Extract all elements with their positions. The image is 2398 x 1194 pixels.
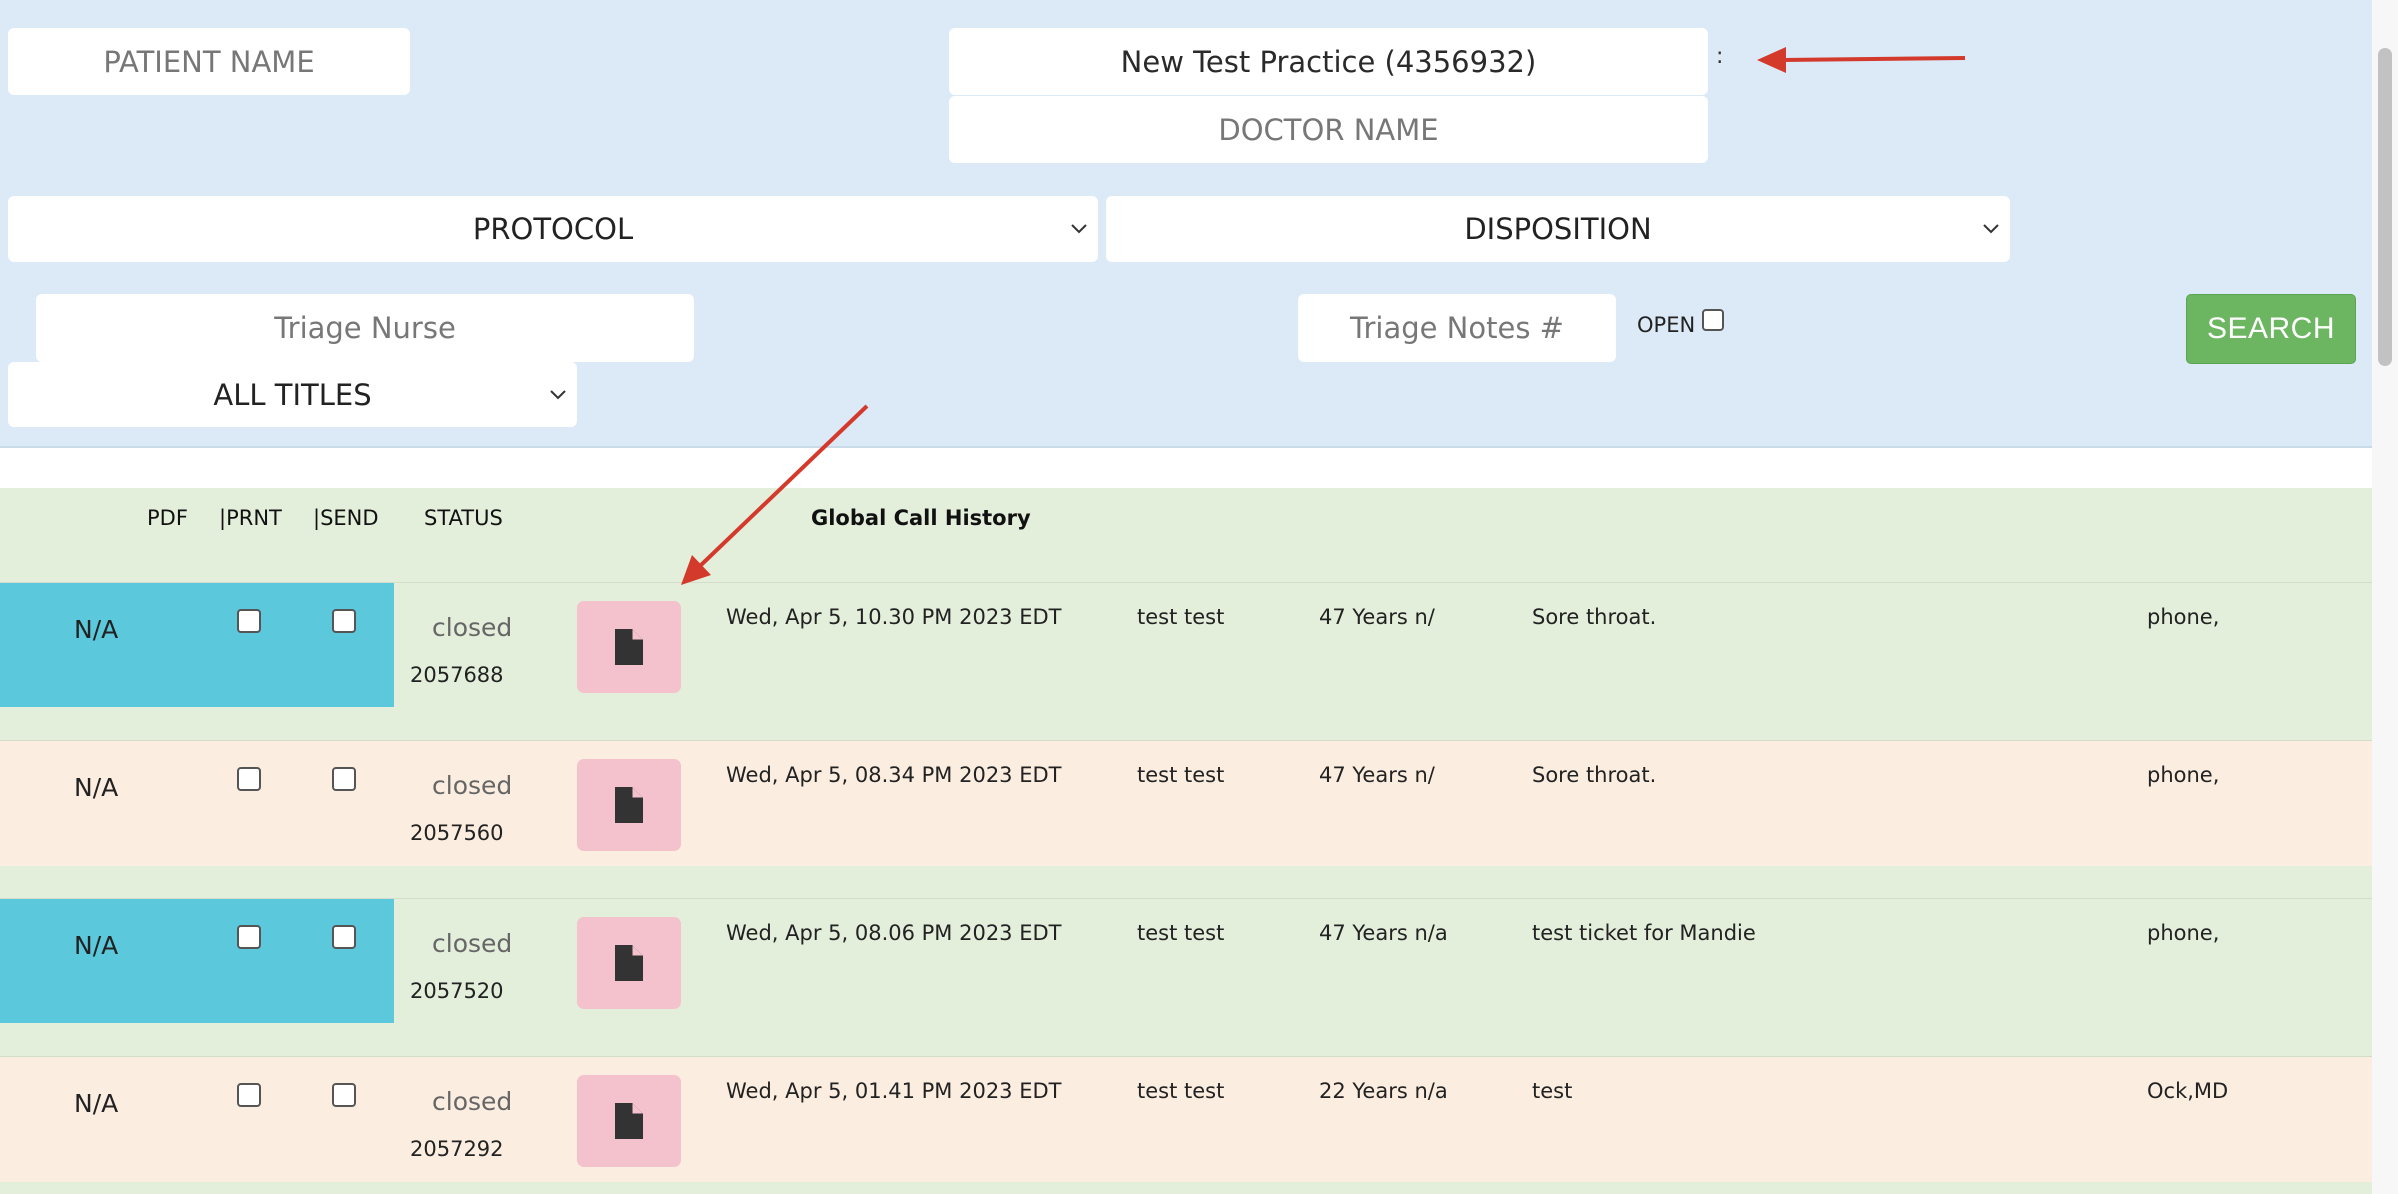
patient-age: 47 Years n/ [1319, 763, 1435, 787]
send-checkbox[interactable] [332, 767, 356, 791]
table-row[interactable]: N/A closed 2057560 Wed, Apr 5, 08.34 PM … [0, 740, 2372, 866]
call-reason: Sore throat. [1532, 605, 1657, 629]
table-row[interactable]: N/A closed 2057292 Wed, Apr 5, 01.41 PM … [0, 1056, 2372, 1182]
practice-value: New Test Practice (4356932) [1120, 44, 1537, 79]
na-cell: N/A [74, 931, 119, 960]
table-title: Global Call History [811, 506, 1031, 530]
na-cell: N/A [74, 615, 119, 644]
send-checkbox[interactable] [332, 609, 356, 633]
na-cell: N/A [74, 1089, 119, 1118]
print-checkbox[interactable] [237, 1083, 261, 1107]
status-text: closed [432, 771, 513, 800]
call-id: 2057520 [410, 979, 504, 1003]
document-icon [615, 629, 643, 665]
status-text: closed [432, 1087, 513, 1116]
pdf-button[interactable] [577, 917, 681, 1009]
titles-select[interactable]: ALL TITLES [8, 362, 577, 427]
call-datetime: Wed, Apr 5, 08.34 PM 2023 EDT [726, 763, 1062, 787]
contact-method: Ock,MD [2147, 1079, 2229, 1103]
triage-notes-input[interactable]: Triage Notes # [1298, 294, 1616, 362]
patient-name: test test [1137, 763, 1225, 787]
call-reason: test ticket for Mandie [1532, 921, 1756, 945]
contact-method: phone, [2147, 921, 2220, 945]
triage-nurse-input[interactable]: Triage Nurse [36, 294, 694, 362]
document-icon [615, 945, 643, 981]
document-icon [615, 787, 643, 823]
doctor-name-placeholder: DOCTOR NAME [1218, 112, 1439, 147]
scrollbar-thumb[interactable] [2378, 48, 2392, 366]
chevron-down-icon [1071, 224, 1087, 234]
open-label: OPEN [1637, 313, 1696, 337]
patient-age: 47 Years n/a [1319, 921, 1448, 945]
chevron-down-icon [550, 389, 566, 399]
call-datetime: Wed, Apr 5, 08.06 PM 2023 EDT [726, 921, 1062, 945]
pdf-button[interactable] [577, 759, 681, 851]
titles-select-label: ALL TITLES [213, 377, 372, 412]
status-text: closed [432, 613, 513, 642]
patient-name-placeholder: PATIENT NAME [103, 44, 315, 79]
protocol-select[interactable]: PROTOCOL [8, 196, 1098, 262]
na-cell: N/A [74, 773, 119, 802]
print-checkbox[interactable] [237, 767, 261, 791]
patient-age: 22 Years n/a [1319, 1079, 1448, 1103]
doctor-name-input[interactable]: DOCTOR NAME [949, 96, 1708, 163]
header-pdf: PDF [147, 506, 188, 530]
table-row[interactable]: N/A closed 2057688 Wed, Apr 5, 10.30 PM … [0, 582, 2372, 740]
status-highlight [0, 583, 394, 707]
practice-suffix: : [1716, 44, 1724, 69]
send-checkbox[interactable] [332, 1083, 356, 1107]
status-text: closed [432, 929, 513, 958]
call-id: 2057560 [410, 821, 504, 845]
disposition-select-label: DISPOSITION [1464, 212, 1652, 246]
header-send: |SEND [313, 506, 379, 530]
patient-name: test test [1137, 921, 1225, 945]
call-datetime: Wed, Apr 5, 01.41 PM 2023 EDT [726, 1079, 1062, 1103]
search-button-label: SEARCH [2206, 312, 2336, 345]
patient-age: 47 Years n/ [1319, 605, 1435, 629]
patient-name: test test [1137, 1079, 1225, 1103]
call-id: 2057688 [410, 663, 504, 687]
contact-method: phone, [2147, 763, 2220, 787]
patient-name: test test [1137, 605, 1225, 629]
chevron-down-icon [1983, 224, 1999, 234]
contact-method: phone, [2147, 605, 2220, 629]
header-status: STATUS [424, 506, 503, 530]
triage-nurse-placeholder: Triage Nurse [274, 311, 456, 345]
call-id: 2057292 [410, 1137, 504, 1161]
search-button[interactable]: SEARCH [2186, 294, 2356, 364]
call-datetime: Wed, Apr 5, 10.30 PM 2023 EDT [726, 605, 1062, 629]
triage-notes-placeholder: Triage Notes # [1350, 311, 1564, 345]
disposition-select[interactable]: DISPOSITION [1106, 196, 2010, 262]
status-highlight [0, 899, 394, 1023]
document-icon [615, 1103, 643, 1139]
pdf-button[interactable] [577, 1075, 681, 1167]
call-reason: Sore throat. [1532, 763, 1657, 787]
patient-name-input[interactable]: PATIENT NAME [8, 28, 410, 95]
pdf-button[interactable] [577, 601, 681, 693]
open-checkbox[interactable] [1702, 309, 1724, 331]
send-checkbox[interactable] [332, 925, 356, 949]
call-reason: test [1532, 1079, 1573, 1103]
table-row[interactable]: N/A closed 2057520 Wed, Apr 5, 08.06 PM … [0, 898, 2372, 1056]
protocol-select-label: PROTOCOL [472, 212, 634, 246]
practice-field[interactable]: New Test Practice (4356932) [949, 28, 1708, 95]
print-checkbox[interactable] [237, 609, 261, 633]
print-checkbox[interactable] [237, 925, 261, 949]
header-prnt: |PRNT [219, 506, 282, 530]
